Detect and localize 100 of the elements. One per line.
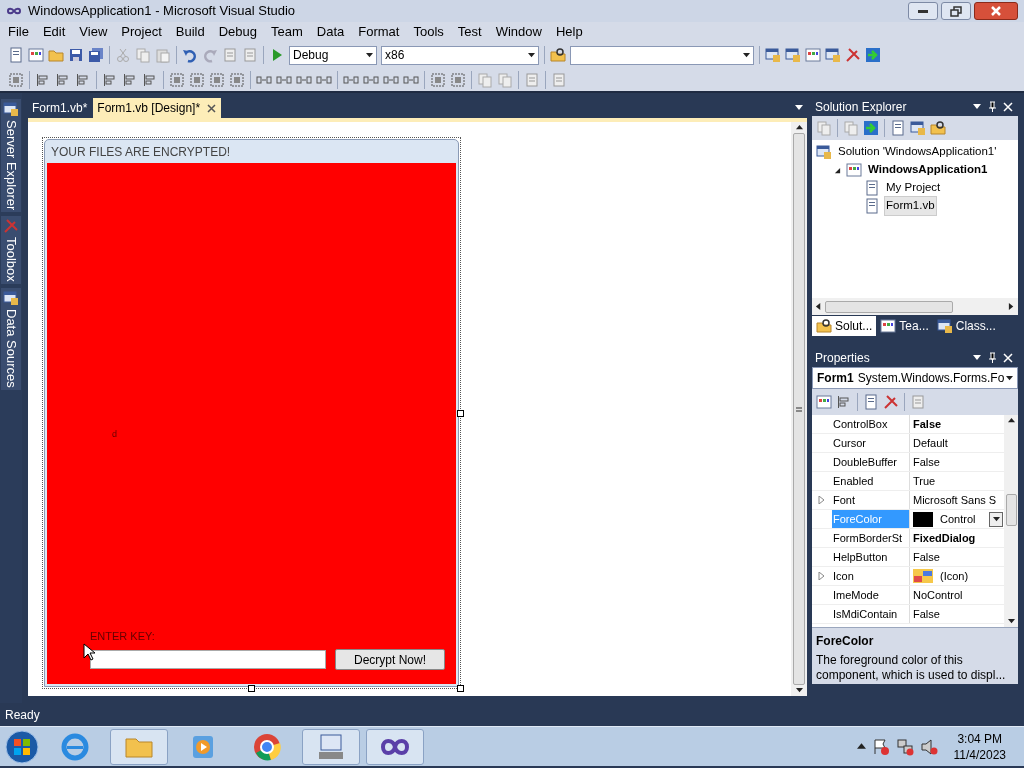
dropdown-arrow-icon[interactable] [1006,374,1013,382]
property-name[interactable]: ControlBox [832,415,910,433]
restore-button[interactable] [941,2,971,20]
menu-item[interactable]: Help [548,22,590,42]
side-tab[interactable]: Toolbox [1,216,21,285]
menu-item[interactable]: Tools [406,22,451,42]
undo-icon[interactable] [182,47,198,63]
start-page-icon[interactable] [865,47,881,63]
taskbar-button[interactable] [302,728,360,765]
scrollbar-thumb[interactable] [793,133,805,685]
volume-muted-icon[interactable] [919,737,938,756]
panel-tab[interactable]: Class... [932,316,1000,336]
tree-item[interactable]: Solution 'WindowsApplication1' [836,142,999,162]
tree-item[interactable]: My Project [884,178,943,198]
property-value[interactable]: False [913,453,940,471]
align-to-grid-icon[interactable] [8,71,24,88]
close-icon[interactable] [1003,102,1013,112]
menu-item[interactable]: View [72,22,115,42]
menu-item[interactable]: Window [488,22,549,42]
property-name[interactable]: FormBorderSt [832,529,910,547]
menu-item[interactable]: Data [309,22,352,42]
pin-icon[interactable] [987,352,998,364]
menu-item[interactable]: Test [450,22,489,42]
start-orb-icon[interactable] [4,728,40,765]
form-window[interactable]: YOUR FILES ARE ENCRYPTED! d ENTER KEY: Decrypt Now! [44,139,459,687]
scrollbar-thumb[interactable] [825,300,953,313]
side-tab[interactable]: Data Sources [1,288,21,390]
dropdown-button[interactable] [989,511,1003,527]
property-name[interactable]: DoubleBuffer [832,453,910,471]
close-icon[interactable] [1003,353,1013,363]
property-name[interactable]: IsMdiContain [832,605,910,623]
property-value[interactable]: NoControl [913,586,963,604]
configuration-dropdown[interactable]: Debug [289,45,377,65]
property-name[interactable]: HelpButton [832,548,910,566]
scroll-left-arrow-icon[interactable] [815,303,822,310]
dropdown-arrow-icon[interactable] [366,51,373,59]
property-name[interactable]: Font [832,491,910,509]
scrollbar-thumb[interactable] [1005,494,1017,526]
property-value[interactable]: Default [913,434,948,452]
menu-item[interactable]: Project [114,22,169,42]
tree-item[interactable]: WindowsApplication1 [866,160,990,180]
property-value[interactable]: Microsoft Sans S [913,491,997,509]
panel-tab[interactable]: Solut... [812,316,877,336]
clock[interactable]: 3:04 PM 11/4/2023 [953,730,1006,763]
property-name[interactable]: ImeMode [832,586,910,604]
align-lefts-icon[interactable] [35,71,51,88]
tab-dropdown-icon[interactable] [795,104,803,112]
close-button[interactable] [974,2,1018,20]
property-value[interactable]: (Icon) [940,567,969,585]
key-input-field[interactable] [90,650,326,669]
panel-tab[interactable]: Tea... [876,316,933,336]
scroll-down-arrow-icon[interactable] [1007,618,1015,625]
property-name[interactable]: Cursor [832,434,910,452]
scroll-up-arrow-icon[interactable] [1007,417,1015,424]
resize-handle[interactable] [248,685,255,692]
close-tab-icon[interactable] [206,102,218,114]
platform-dropdown[interactable]: x86 [381,45,539,65]
horizontal-scrollbar[interactable] [812,298,1018,315]
document-tab[interactable]: Form1.vb [Design]* [93,98,222,118]
property-value[interactable]: FixedDialog [913,529,976,547]
property-value[interactable]: False [913,605,940,623]
save-icon[interactable] [68,47,84,63]
object-selector[interactable]: Form1 System.Windows.Forms.Fo [812,367,1018,389]
network-icon[interactable] [895,737,914,756]
dropdown-arrow-icon[interactable] [743,51,750,59]
vertical-scrollbar[interactable] [791,122,807,696]
dropdown-arrow-icon[interactable] [528,51,535,59]
resize-handle[interactable] [457,410,464,417]
expand-arrow-icon[interactable] [834,166,841,174]
menu-item[interactable]: Team [264,22,310,42]
taskbar-button[interactable] [366,728,424,765]
menu-item[interactable]: File [1,22,36,42]
save-all-icon[interactable] [88,47,104,63]
menu-item[interactable]: Build [168,22,212,42]
scroll-down-arrow-icon[interactable] [795,687,803,694]
menu-item[interactable]: Edit [35,22,73,42]
tree-item[interactable]: Form1.vb [884,196,937,216]
scroll-up-arrow-icon[interactable] [795,124,803,131]
pin-icon[interactable] [987,101,998,113]
panel-menu-icon[interactable] [973,103,981,111]
resize-handle[interactable] [457,685,464,692]
tray-expand-icon[interactable] [856,742,866,751]
menu-item[interactable]: Debug [211,22,264,42]
action-center-flag-icon[interactable] [871,737,890,756]
panel-menu-icon[interactable] [973,354,981,362]
minimize-button[interactable] [908,2,938,20]
property-name[interactable]: Enabled [832,472,910,490]
menu-item[interactable]: Format [351,22,407,42]
vertical-scrollbar[interactable] [1004,415,1018,627]
scroll-right-arrow-icon[interactable] [1008,303,1015,310]
side-tab[interactable]: Server Explorer [1,99,21,213]
property-value[interactable]: False [913,548,940,566]
property-value[interactable]: Control [940,510,976,528]
property-value[interactable]: True [913,472,936,490]
view-code-icon[interactable] [890,120,906,136]
view-designer-icon[interactable] [910,120,926,136]
find-in-files-icon[interactable] [550,47,566,63]
property-value[interactable]: False [913,415,942,433]
document-tab[interactable]: Form1.vb* [28,98,92,118]
property-name[interactable]: Icon [832,567,910,585]
